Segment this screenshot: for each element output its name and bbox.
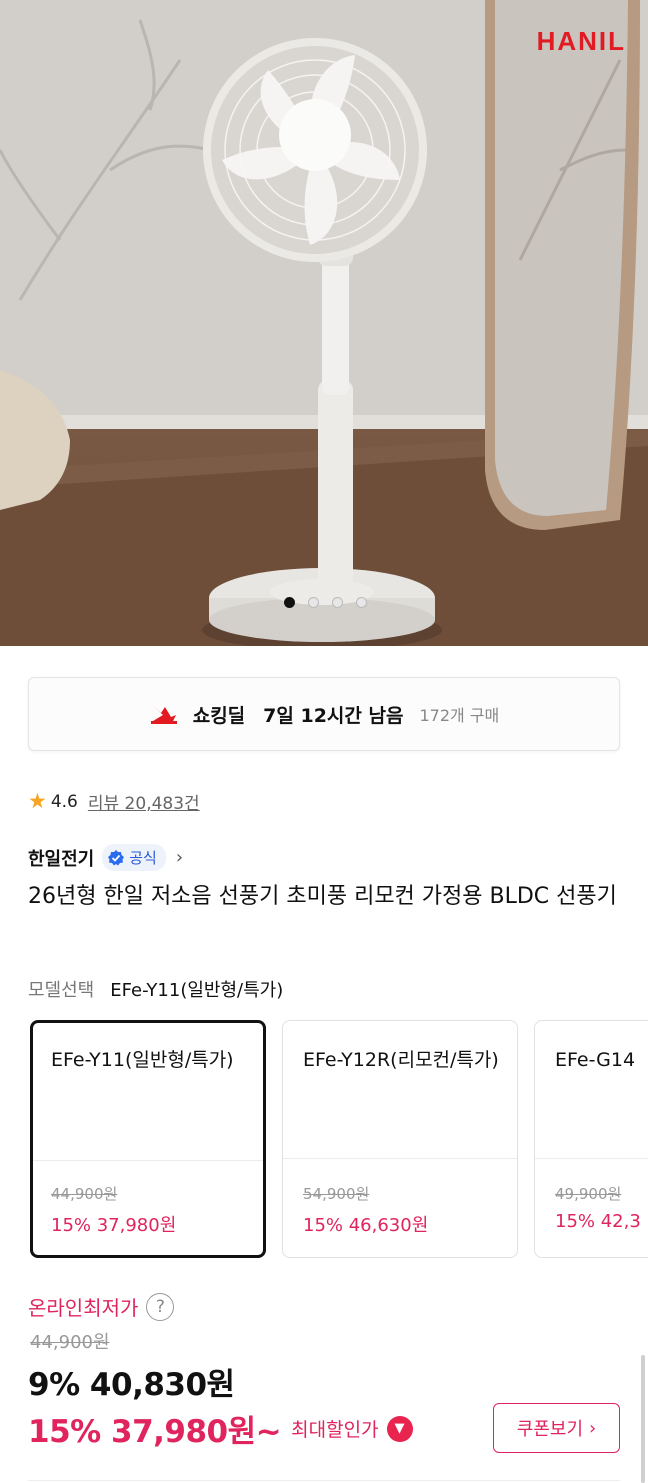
chevron-down-icon[interactable]: ▼ [386,1415,413,1442]
scrollbar[interactable] [641,1355,645,1483]
official-badge: 공식 [102,844,166,871]
card-divider [33,1160,263,1161]
best-price-row: 15% 37,980원~ 최대할인가 ▼ [28,1406,413,1451]
carousel-dot[interactable] [284,597,295,608]
model-option-sale-price: 15% 46,630원 [303,1215,429,1236]
chevron-right-icon: › [589,1417,597,1439]
carousel-dot[interactable] [308,597,319,608]
official-badge-label: 공식 [129,849,157,867]
model-option-card[interactable]: EFe-Y11(일반형/특가) 44,900원 15% 37,980원 [30,1020,266,1258]
deal-time-left: 7일 12시간 남음 [263,704,404,727]
rating-score: 4.6 [50,791,78,812]
model-option-sale-price: 15% 37,980원 [51,1215,177,1236]
model-select-value: EFe-Y11(일반형/특가) [110,980,284,1001]
help-icon[interactable]: ? [146,1292,175,1321]
model-option-card[interactable]: EFe-Y12R(리모컨/특가) 54,900원 15% 46,630원 [282,1020,518,1258]
product-image-carousel[interactable]: HANIL [0,0,648,646]
rating-row: ★ 4.6 리뷰 20,483건 [28,789,200,815]
card-divider [283,1158,517,1159]
review-count-link[interactable]: 리뷰 20,483건 [88,789,200,814]
best-price-label: 최대할인가 [291,1419,379,1441]
model-option-original-price: 49,900원 [555,1185,622,1203]
lowest-price-label: 온라인최저가 [28,1296,139,1320]
product-photo [0,0,648,646]
model-option-original-price: 44,900원 [51,1185,118,1203]
model-option-card[interactable]: EFe-G14 49,900원 15% 42,3 [534,1020,648,1258]
model-select-row: 모델선택 EFe-Y11(일반형/특가) [28,976,283,1002]
model-option-name: EFe-Y11(일반형/특가) [51,1049,234,1071]
product-title: 26년형 한일 저소음 선풍기 초미풍 리모컨 가정용 BLDC 선풍기 [28,884,617,909]
shocking-deal-icon [150,705,177,724]
seller-row[interactable]: 한일전기 공식 › [28,844,183,871]
coupon-button-label: 쿠폰보기 [516,1419,584,1440]
shocking-deal-banner[interactable]: 쇼킹딜 7일 12시간 남음 172개 구매 [28,677,620,751]
coupon-button[interactable]: 쿠폰보기 › [493,1403,620,1453]
chevron-right-icon[interactable]: › [176,847,183,868]
model-option-sale-price: 15% 42,3 [555,1211,641,1232]
check-badge-icon [108,849,125,865]
model-option-name: EFe-Y12R(리모컨/특가) [303,1049,499,1071]
carousel-dot[interactable] [356,597,367,608]
model-option-original-price: 54,900원 [303,1185,370,1203]
divider [28,1480,620,1481]
carousel-dot[interactable] [332,597,343,608]
best-price: 15% 37,980원~ [28,1414,282,1450]
discount-price: 9% 40,830원 [28,1367,235,1403]
star-icon: ★ [28,789,47,813]
model-option-list[interactable]: EFe-Y11(일반형/특가) 44,900원 15% 37,980원 EFe-… [30,1020,648,1258]
original-price: 44,900원 [30,1332,110,1353]
model-option-name: EFe-G14 [555,1049,636,1071]
model-select-label: 모델선택 [28,980,95,1001]
deal-title: 쇼킹딜 [192,704,246,727]
carousel-indicator[interactable] [284,597,367,608]
brand-logo: HANIL [536,26,626,56]
card-divider [535,1158,648,1159]
lowest-price-label-row: 온라인최저가 ? [28,1292,175,1321]
seller-name[interactable]: 한일전기 [28,845,94,871]
deal-purchase-count: 172개 구매 [419,706,500,725]
